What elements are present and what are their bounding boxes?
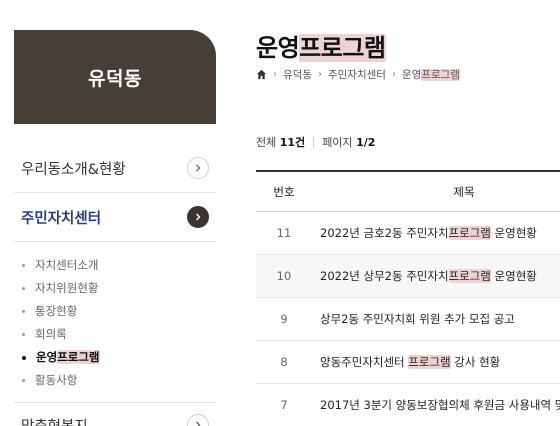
- search-highlight: 프로그램: [408, 355, 451, 369]
- sidebar-title: 유덕동: [88, 67, 142, 90]
- row-title-part: 2022년 상무2동 주민자치: [320, 269, 449, 283]
- breadcrumb-current: 운영프로그램: [402, 67, 460, 82]
- table-row[interactable]: 9 상무2동 주민자치회 위원 추가 모집 공고: [256, 298, 560, 341]
- search-highlight: 프로그램: [448, 226, 491, 240]
- search-highlight: 프로그램: [421, 69, 460, 81]
- submenu-item[interactable]: 자치센터소개: [22, 254, 212, 277]
- submenu-item[interactable]: 활동사항: [22, 369, 212, 392]
- menu-item-about[interactable]: 우리동소개&현황: [21, 157, 209, 179]
- row-title-part: 강사 현황: [450, 355, 501, 369]
- search-highlight: 프로그램: [448, 269, 491, 283]
- submenu-item-label: 자치위원현황: [35, 281, 99, 295]
- menu-item-welfare[interactable]: 맞춤형복지: [21, 414, 209, 426]
- submenu-item[interactable]: 통장현황: [22, 300, 212, 323]
- chevron-right-icon[interactable]: [187, 414, 209, 426]
- submenu-item[interactable]: 자치위원현황: [22, 277, 212, 300]
- submenu-item-current[interactable]: 운영프로그램: [22, 346, 212, 369]
- row-title-part: 2017년 3분기 양동보장협의체 후원금 사용내역 및 활: [320, 398, 560, 412]
- bullet-icon: [22, 379, 25, 382]
- page-title-part: 운영: [256, 34, 300, 62]
- table-header: 번호 제목: [256, 172, 560, 212]
- row-number: 8: [280, 355, 288, 369]
- row-title[interactable]: 2022년 상무2동 주민자치프로그램 운영현황: [312, 268, 560, 284]
- submenu-item-label: 통장현황: [35, 304, 78, 318]
- bullet-icon: [22, 355, 26, 360]
- row-number: 7: [280, 398, 288, 412]
- menu-item-community-center[interactable]: 주민자치센터: [21, 206, 209, 228]
- row-title-part: 양동주민자치센터: [320, 355, 409, 369]
- row-title-part: 2022년 금호2동 주민자치: [320, 226, 449, 240]
- bullet-icon: [22, 310, 25, 313]
- submenu-item-label: 활동사항: [35, 373, 78, 387]
- table-row[interactable]: 8 양동주민자치센터 프로그램 강사 현황: [256, 341, 560, 384]
- post-count: 전체 11건 페이지 1/2: [256, 134, 375, 150]
- home-icon[interactable]: [256, 69, 267, 80]
- submenu-item-label: 회의록: [35, 327, 67, 341]
- menu-divider: [14, 241, 216, 242]
- page-title: 운영프로그램: [256, 28, 386, 63]
- count-divider: [313, 137, 315, 147]
- breadcrumb-separator: ›: [317, 69, 322, 80]
- row-title[interactable]: 상무2동 주민자치회 위원 추가 모집 공고: [312, 311, 560, 327]
- row-title-part: 운영현황: [490, 269, 537, 283]
- page-label: 페이지: [322, 136, 353, 149]
- menu-item-label: 맞춤형복지: [21, 415, 88, 426]
- board-table: 번호 제목 11 2022년 금호2동 주민자치프로그램 운영현황 10 202…: [256, 170, 560, 426]
- breadcrumb-separator: ›: [273, 69, 277, 80]
- search-highlight: 프로그램: [299, 34, 386, 62]
- row-number: 11: [276, 226, 292, 240]
- menu-divider: [14, 192, 216, 193]
- submenu-label-part: 운영: [36, 350, 58, 364]
- search-highlight: 프로그램: [57, 350, 100, 364]
- breadcrumb: › 유덕동 › 주민자치센터 › 운영프로그램: [256, 67, 460, 82]
- row-title[interactable]: 2022년 금호2동 주민자치프로그램 운영현황: [312, 225, 560, 241]
- breadcrumb-part: 운영: [401, 69, 422, 81]
- chevron-right-icon[interactable]: [187, 157, 209, 179]
- page-value: 1/2: [356, 135, 376, 149]
- row-title-part: 상무2동 주민자치회 위원 추가 모집 공고: [320, 312, 515, 326]
- row-title-part: 운영현황: [490, 226, 537, 240]
- column-header-number: 번호: [273, 184, 295, 199]
- total-value: 11건: [279, 136, 306, 149]
- breadcrumb-separator: ›: [391, 69, 396, 80]
- total-label: 전체: [256, 136, 277, 149]
- breadcrumb-item[interactable]: 유덕동: [283, 67, 312, 82]
- sidebar-header: 유덕동: [14, 30, 216, 124]
- menu-divider: [14, 402, 216, 403]
- submenu: 자치센터소개 자치위원현황 통장현황 회의록 운영프로그램 활동사항: [22, 254, 212, 392]
- submenu-item-label: 자치센터소개: [35, 258, 99, 272]
- menu-item-label: 우리동소개&현황: [21, 161, 126, 178]
- bullet-icon: [22, 287, 25, 290]
- row-title[interactable]: 양동주민자치센터 프로그램 강사 현황: [312, 354, 560, 370]
- chevron-right-icon[interactable]: [187, 206, 209, 228]
- table-row[interactable]: 10 2022년 상무2동 주민자치프로그램 운영현황: [256, 255, 560, 298]
- table-row[interactable]: 11 2022년 금호2동 주민자치프로그램 운영현황: [256, 212, 560, 255]
- breadcrumb-item[interactable]: 주민자치센터: [328, 67, 386, 82]
- submenu-item-label: 운영프로그램: [36, 346, 100, 369]
- submenu-item[interactable]: 회의록: [22, 323, 212, 346]
- table-row[interactable]: 7 2017년 3분기 양동보장협의체 후원금 사용내역 및 활: [256, 384, 560, 426]
- row-number: 9: [280, 312, 288, 326]
- bullet-icon: [22, 264, 25, 267]
- row-number: 10: [276, 269, 292, 283]
- column-header-title: 제목: [453, 184, 475, 199]
- bullet-icon: [22, 333, 25, 336]
- row-title[interactable]: 2017년 3분기 양동보장협의체 후원금 사용내역 및 활: [312, 397, 560, 413]
- menu-item-label: 주민자치센터: [21, 210, 102, 227]
